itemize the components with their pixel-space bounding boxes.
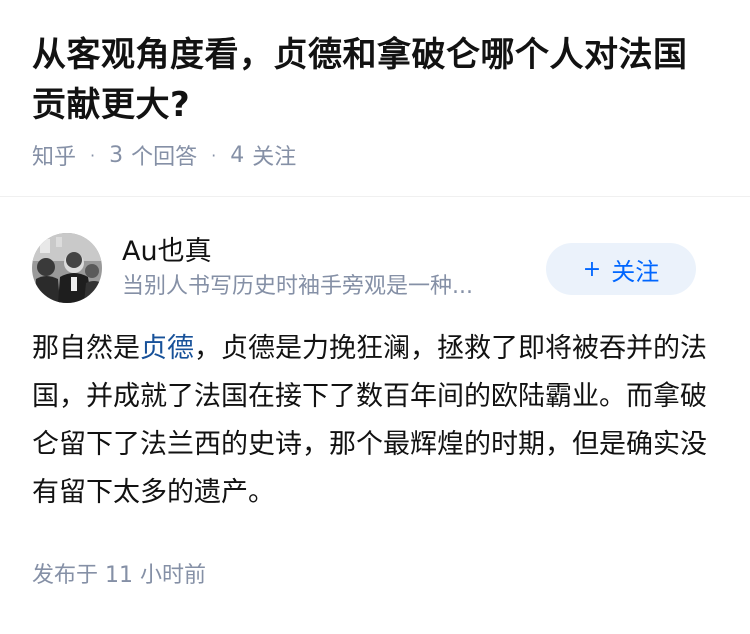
avatar-photo-icon [32,233,102,303]
answer-inline-link[interactable]: 贞德 [140,333,194,364]
separator-dot: · [90,145,96,165]
question-header: 从客观角度看，贞德和拿破仑哪个人对法国贡献更大? 知乎 · 3 个回答 · 4 … [0,0,750,170]
answer-text-start: 那自然是 [32,333,140,364]
follow-count-label[interactable]: 关注 [252,139,296,171]
author-row: Au也真 当别人书写历史时袖手旁观是一种... + 关注 [32,232,718,328]
author-bio: 当别人书写历史时袖手旁观是一种... [122,274,473,299]
follow-count: 4 [230,142,245,168]
answer-content: 那自然是贞德，贞德是力挽狂澜，拯救了即将被吞并的法国，并成就了法国在接下了数百年… [32,325,707,517]
divider [0,196,750,197]
plus-icon: + [582,256,602,282]
answer-card: Au也真 当别人书写历史时袖手旁观是一种... + 关注 那自然是贞德，贞德是力… [0,232,750,589]
follow-button[interactable]: + 关注 [546,243,696,295]
question-meta: 知乎 · 3 个回答 · 4 关注 [32,139,718,171]
answer-count-label[interactable]: 个回答 [131,139,197,171]
follow-button-label: 关注 [611,257,660,286]
question-title[interactable]: 从客观角度看，贞德和拿破仑哪个人对法国贡献更大? [32,30,718,130]
answer-count: 3 [109,142,124,168]
source-label: 知乎 [32,145,77,170]
author-name[interactable]: Au也真 [122,234,522,270]
avatar[interactable] [32,233,102,303]
separator-dot: · [211,145,217,165]
publish-time: 发布于 11 小时前 [32,563,206,588]
author-info: Au也真 当别人书写历史时袖手旁观是一种... [122,232,522,302]
